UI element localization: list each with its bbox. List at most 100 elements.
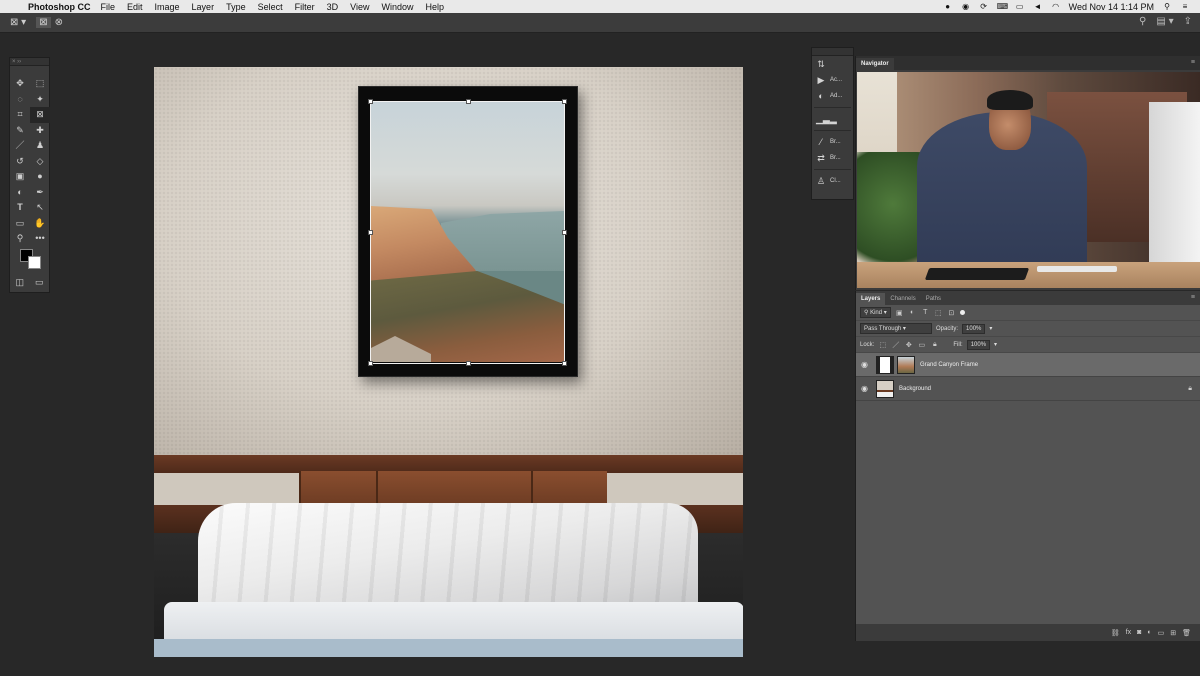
dock-clone-source[interactable]: ♙ Cl... [812, 173, 853, 189]
frame-tool-icon[interactable]: ⊠ [30, 107, 50, 123]
menu-layer[interactable]: Layer [192, 2, 215, 12]
transform-handle-l[interactable] [368, 230, 373, 235]
menu-view[interactable]: View [350, 2, 369, 12]
transform-handle-tr[interactable] [562, 99, 567, 104]
delete-layer-icon[interactable]: 🗑︎ [1182, 629, 1191, 637]
new-adjustment-icon[interactable]: ◐ [1147, 629, 1151, 636]
menu-image[interactable]: Image [155, 2, 180, 12]
navigator-preview[interactable] [857, 72, 1200, 288]
screen-mode-icon[interactable]: ▭ [35, 277, 44, 288]
menu-file[interactable]: File [101, 2, 116, 12]
move-tool-icon[interactable]: ✥ [10, 76, 30, 92]
display-icon[interactable]: ▭ [1015, 2, 1025, 11]
filter-type-icon[interactable]: T [921, 309, 930, 316]
notification-center-icon[interactable]: ≡ [1180, 2, 1190, 11]
tab-layers[interactable]: Layers [856, 293, 886, 305]
sync-icon[interactable]: ⟳ [979, 2, 989, 11]
visibility-eye-icon[interactable]: ◉ [856, 384, 873, 393]
filter-toggle-icon[interactable] [959, 310, 965, 315]
dodge-tool-icon[interactable]: ◐ [10, 185, 30, 201]
crop-tool-icon[interactable]: ⌗ [10, 107, 30, 123]
dock-brushes[interactable]: ⁄ Br... [812, 134, 853, 150]
blur-tool-icon[interactable]: ● [30, 169, 50, 185]
spotlight-icon[interactable]: ⚲ [1162, 2, 1172, 11]
layer-row[interactable]: ◉ Grand Canyon Frame [856, 353, 1200, 377]
filter-shape-icon[interactable]: ⬚ [934, 309, 943, 317]
add-mask-icon[interactable]: ◙ [1137, 629, 1141, 636]
lock-transparent-icon[interactable]: ⬚ [878, 341, 887, 349]
link-layers-icon[interactable]: ⛓ [1111, 629, 1120, 637]
app-menu[interactable]: Photoshop CC [28, 2, 91, 12]
opacity-dropdown-icon[interactable]: ▾ [989, 325, 992, 332]
transform-handle-t[interactable] [466, 99, 471, 104]
wifi-icon[interactable]: ◠ [1051, 2, 1061, 11]
eyedropper-tool-icon[interactable]: ✎ [10, 123, 30, 139]
menu-edit[interactable]: Edit [127, 2, 143, 12]
tab-channels[interactable]: Channels [885, 293, 920, 305]
dock-grip[interactable] [812, 48, 853, 56]
tab-navigator[interactable]: Navigator [856, 58, 894, 70]
search-icon[interactable]: ⚲ [1139, 16, 1146, 27]
blend-mode-select[interactable]: Pass Through ▾ [860, 323, 932, 334]
frame-ellipse-icon[interactable]: ⊗ [55, 17, 63, 28]
layer-row[interactable]: ◉ Background 🔒︎ [856, 377, 1200, 401]
filter-adjustment-icon[interactable]: ◐ [908, 309, 917, 316]
fill-field[interactable]: 100% [966, 339, 991, 350]
transform-handle-br[interactable] [562, 361, 567, 366]
zoom-tool-icon[interactable]: ⚲ [10, 231, 30, 247]
transform-handle-bl[interactable] [368, 361, 373, 366]
more-tools-icon[interactable]: ••• [30, 231, 50, 247]
healing-tool-icon[interactable]: ✚ [30, 123, 50, 139]
dock-properties[interactable]: ⇅ [812, 56, 853, 72]
transform-bounding-box[interactable] [368, 99, 567, 366]
menu-3d[interactable]: 3D [327, 2, 339, 12]
layer-style-icon[interactable]: fx [1126, 629, 1131, 636]
lock-position-icon[interactable]: ✥ [904, 341, 913, 349]
share-icon[interactable]: ⇪ [1184, 16, 1192, 27]
layer-lock-icon[interactable]: 🔒︎ [1188, 385, 1192, 393]
filter-pixel-icon[interactable]: ▣ [895, 309, 904, 317]
dock-histogram[interactable]: ▁▃▂ [812, 111, 853, 127]
transform-frame-icon[interactable]: ⊠ ▾ [10, 17, 26, 28]
panel-menu-icon[interactable]: ≡ [1191, 59, 1195, 66]
magic-wand-tool-icon[interactable]: ✦ [30, 92, 50, 108]
path-select-tool-icon[interactable]: ↖ [30, 200, 50, 216]
volume-icon[interactable]: ◄ [1033, 2, 1043, 11]
type-tool-icon[interactable]: T [10, 200, 30, 216]
menu-select[interactable]: Select [258, 2, 283, 12]
transform-handle-r[interactable] [562, 230, 567, 235]
lock-pixels-icon[interactable]: ／ [891, 340, 900, 350]
history-brush-tool-icon[interactable]: ↺ [10, 154, 30, 170]
dock-actions[interactable]: ▶ Ac... [812, 72, 853, 88]
screen-record-icon[interactable]: ◉ [961, 2, 971, 11]
filter-smart-object-icon[interactable]: ⊡ [947, 309, 956, 317]
clone-stamp-tool-icon[interactable]: ♟ [30, 138, 50, 154]
marquee-tool-icon[interactable]: ⬚ [30, 76, 50, 92]
eraser-tool-icon[interactable]: ◇ [30, 154, 50, 170]
new-group-icon[interactable]: ▭ [1158, 629, 1165, 637]
panel-menu-icon[interactable]: ≡ [1191, 294, 1195, 301]
fill-dropdown-icon[interactable]: ▾ [994, 341, 997, 348]
menu-window[interactable]: Window [381, 2, 413, 12]
menu-help[interactable]: Help [425, 2, 444, 12]
frame-rect-icon[interactable]: ⊠ [36, 17, 51, 28]
creative-cloud-icon[interactable]: ● [943, 2, 953, 11]
document-canvas[interactable] [154, 67, 743, 657]
transform-handle-tl[interactable] [368, 99, 373, 104]
opacity-field[interactable]: 100% [962, 323, 986, 334]
quick-mask-icon[interactable]: ◫ [15, 277, 24, 288]
gradient-tool-icon[interactable]: ▣ [10, 169, 30, 185]
background-color-swatch[interactable] [28, 255, 41, 269]
tab-paths[interactable]: Paths [921, 293, 946, 305]
panel-grip[interactable]: × ›› [10, 58, 49, 66]
transform-handle-b[interactable] [466, 361, 471, 366]
lock-artboard-icon[interactable]: ▭ [917, 341, 926, 349]
keyboard-icon[interactable]: ⌨ [997, 2, 1009, 11]
dock-brush-settings[interactable]: ⇄ Br... [812, 150, 853, 166]
menu-type[interactable]: Type [226, 2, 246, 12]
rectangle-tool-icon[interactable]: ▭ [10, 216, 30, 232]
lasso-tool-icon[interactable]: ◌ [10, 92, 30, 108]
lock-all-icon[interactable]: 🔒︎ [930, 341, 939, 349]
brush-tool-icon[interactable]: ／ [10, 138, 30, 154]
dock-adjustments[interactable]: ◐ Ad... [812, 88, 853, 104]
